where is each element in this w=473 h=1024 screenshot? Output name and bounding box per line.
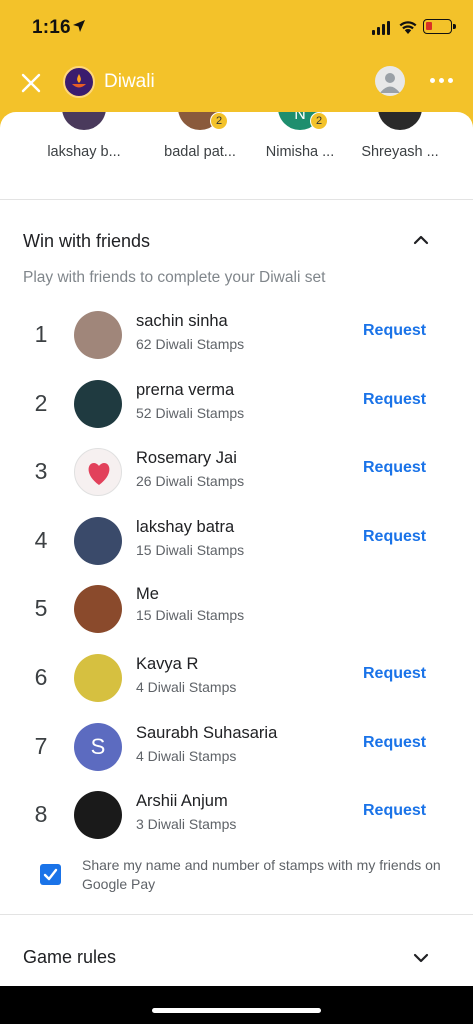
diwali-logo-icon <box>63 66 95 98</box>
stamp-count: 15 Diwali Stamps <box>136 541 245 558</box>
status-time: 1:16 <box>32 17 71 38</box>
profile-avatar[interactable] <box>375 66 405 96</box>
cellular-signal-icon <box>372 21 390 35</box>
request-button[interactable]: Request <box>363 322 426 340</box>
rank-number: 4 <box>34 526 48 553</box>
friend-name: Rosemary Jai <box>136 449 237 468</box>
heart-icon <box>88 463 110 486</box>
avatar <box>74 791 122 840</box>
friend-name: Me <box>136 585 159 604</box>
friend-strip: lakshay b... 2 badal pat... N 2 Nimisha ... Sh… <box>0 112 473 200</box>
home-indicator-area <box>0 986 473 1024</box>
home-indicator[interactable] <box>152 1008 321 1013</box>
rank-number: 7 <box>34 732 48 759</box>
leaderboard-row: 6 Kavya R 4 Diwali Stamps Request <box>0 648 473 714</box>
share-consent-text: Share my name and number of stamps with … <box>82 857 441 892</box>
friend-name: lakshay batra <box>136 517 235 536</box>
more-options-icon[interactable] <box>430 78 453 83</box>
friend-name: prerna verma <box>136 380 235 399</box>
avatar <box>74 654 122 702</box>
stamp-count: 26 Diwali Stamps <box>136 473 245 490</box>
friend-name: badal pat... <box>164 144 236 160</box>
request-button[interactable]: Request <box>363 391 426 409</box>
stamp-count: 62 Diwali Stamps <box>136 336 245 352</box>
stamp-count-badge: 2 <box>310 112 328 130</box>
leaderboard-row: 5 Me 15 Diwali Stamps <box>0 579 473 645</box>
rank-number: 5 <box>34 595 48 622</box>
stamp-count: 15 Diwali Stamps <box>136 607 245 624</box>
rank-number: 3 <box>34 458 48 485</box>
main-sheet: lakshay b... 2 badal pat... N 2 Nimisha ... Sh… <box>0 112 473 986</box>
win-with-friends-title: Win with friends <box>23 231 151 251</box>
avatar <box>74 585 122 634</box>
leaderboard-row: 3 Rosemary Jai 26 Diwali Stamps Request <box>0 442 473 508</box>
request-button[interactable]: Request <box>363 459 426 477</box>
game-rules-title[interactable]: Game rules <box>23 947 116 968</box>
leaderboard-row: 2 prerna verma 52 Diwali Stamps Request <box>0 374 473 440</box>
avatar <box>378 112 422 130</box>
request-button[interactable]: Request <box>363 528 426 546</box>
divider <box>0 914 473 915</box>
stamp-count-badge: 2 <box>210 112 228 130</box>
stamp-count: 4 Diwali Stamps <box>136 679 237 695</box>
leaderboard-row: 8 Arshii Anjum 3 Diwali Stamps Request <box>0 785 473 851</box>
friend-name: Shreyash ... <box>361 144 439 160</box>
rank-number: 6 <box>34 664 48 690</box>
page-title: Diwali <box>104 71 155 92</box>
avatar <box>74 448 122 497</box>
rank-number: 1 <box>34 321 48 347</box>
request-button[interactable]: Request <box>363 734 426 752</box>
person-icon <box>380 73 400 93</box>
leaderboard-row: 1 sachin sinha 62 Diwali Stamps Request <box>0 305 473 371</box>
friend-name: Saurabh Suhasaria <box>136 723 278 742</box>
request-button[interactable]: Request <box>363 665 426 683</box>
avatar <box>74 311 122 359</box>
rank-number: 8 <box>34 801 48 828</box>
app-bar: Diwali <box>0 56 473 112</box>
chevron-up-icon[interactable] <box>413 234 429 246</box>
location-arrow-icon <box>73 20 85 32</box>
friend-name: Kavya R <box>136 655 199 673</box>
stamp-count: 3 Diwali Stamps <box>136 816 237 833</box>
chevron-down-icon[interactable] <box>413 952 429 964</box>
request-button[interactable]: Request <box>363 802 426 820</box>
close-icon[interactable] <box>20 72 42 94</box>
friend-name: Arshii Anjum <box>136 792 228 811</box>
wifi-icon <box>399 21 417 34</box>
leaderboard-row: 4 lakshay batra 15 Diwali Stamps Request <box>0 511 473 577</box>
stamp-count: 52 Diwali Stamps <box>136 404 245 421</box>
status-bar: 1:16 <box>0 0 473 56</box>
stamp-count: 4 Diwali Stamps <box>136 747 237 764</box>
friend-name: Nimisha ... <box>265 144 335 160</box>
share-checkbox[interactable] <box>40 864 61 885</box>
win-with-friends-subtitle: Play with friends to complete your Diwal… <box>23 269 326 286</box>
avatar <box>74 516 122 565</box>
battery-icon <box>423 19 456 34</box>
friend-name: sachin sinha <box>136 312 228 330</box>
avatar <box>62 112 106 130</box>
friend-name: lakshay b... <box>47 144 121 160</box>
rank-number: 2 <box>34 389 48 416</box>
leaderboard-row: 7 S Saurabh Suhasaria 4 Diwali Stamps Reques… <box>0 717 473 783</box>
checkmark-icon <box>43 868 58 881</box>
avatar <box>74 379 122 428</box>
avatar: S <box>74 722 122 771</box>
divider <box>0 199 473 200</box>
